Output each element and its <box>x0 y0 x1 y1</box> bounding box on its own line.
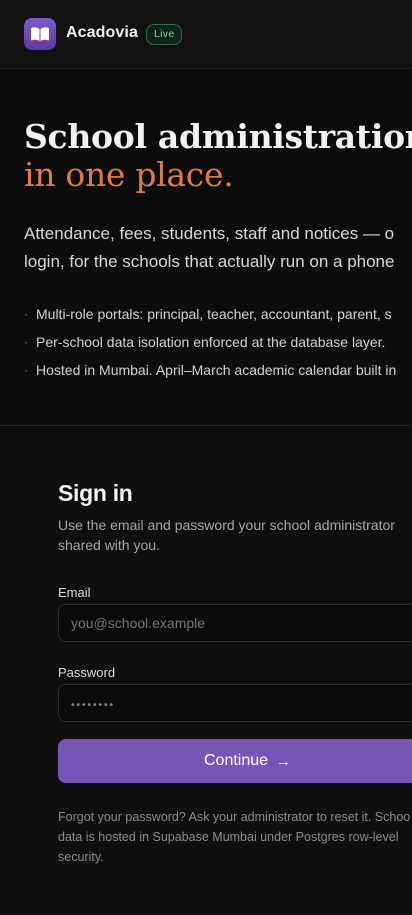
feature-item: · Hosted in Mumbai. April–March academic… <box>24 356 412 384</box>
password-value: •••••••• <box>71 700 116 711</box>
feature-item-text: Per-school data isolation enforced at th… <box>36 334 386 350</box>
signin-footnote: Forgot your password? Ask your administr… <box>58 807 412 867</box>
hero-title-accent: in one place. <box>24 155 234 194</box>
signin-subtitle-line: shared with you. <box>58 537 160 553</box>
feature-item-text: Hosted in Mumbai. April–March academic c… <box>36 362 397 378</box>
signin-title: Sign in <box>58 480 133 506</box>
bullet-dot-icon: · <box>24 335 28 349</box>
password-label: Password <box>58 665 116 680</box>
signin-subtitle-line: Use the email and password your school a… <box>58 517 395 533</box>
open-book-icon <box>29 27 51 43</box>
feature-item: · Per-school data isolation enforced at … <box>24 328 412 356</box>
hero-description-line: login, for the schools that actually run… <box>24 252 395 271</box>
app-logo[interactable] <box>24 18 56 50</box>
continue-button[interactable]: Continue → <box>58 739 412 783</box>
feature-list: · Multi-role portals: principal, teacher… <box>24 300 412 384</box>
footnote-line: security. <box>58 850 104 864</box>
hero-description: Attendance, fees, students, staff and no… <box>24 220 412 276</box>
hero-title: School administration <box>24 117 412 156</box>
live-status-badge: Live <box>146 24 183 45</box>
bullet-dot-icon: · <box>24 307 28 321</box>
email-label: Email <box>58 585 91 600</box>
bullet-dot-icon: · <box>24 363 28 377</box>
feature-item-text: Multi-role portals: principal, teacher, … <box>36 306 392 322</box>
continue-button-label: Continue <box>204 752 269 769</box>
email-field-wrapper <box>58 604 412 642</box>
footnote-line: Forgot your password? Ask your administr… <box>58 810 411 824</box>
feature-item: · Multi-role portals: principal, teacher… <box>24 300 412 328</box>
arrow-right-icon: → <box>276 752 292 770</box>
page: Acadovia Live School administration in o… <box>0 0 412 915</box>
password-field[interactable]: •••••••• <box>58 684 412 722</box>
signin-subtitle: Use the email and password your school a… <box>58 515 412 555</box>
hero-description-line: Attendance, fees, students, staff and no… <box>24 224 395 243</box>
brand-name: Acadovia <box>66 24 138 41</box>
email-field[interactable] <box>71 605 412 641</box>
top-bar: Acadovia Live <box>0 0 412 69</box>
footnote-line: data is hosted in Supabase Mumbai under … <box>58 830 399 844</box>
